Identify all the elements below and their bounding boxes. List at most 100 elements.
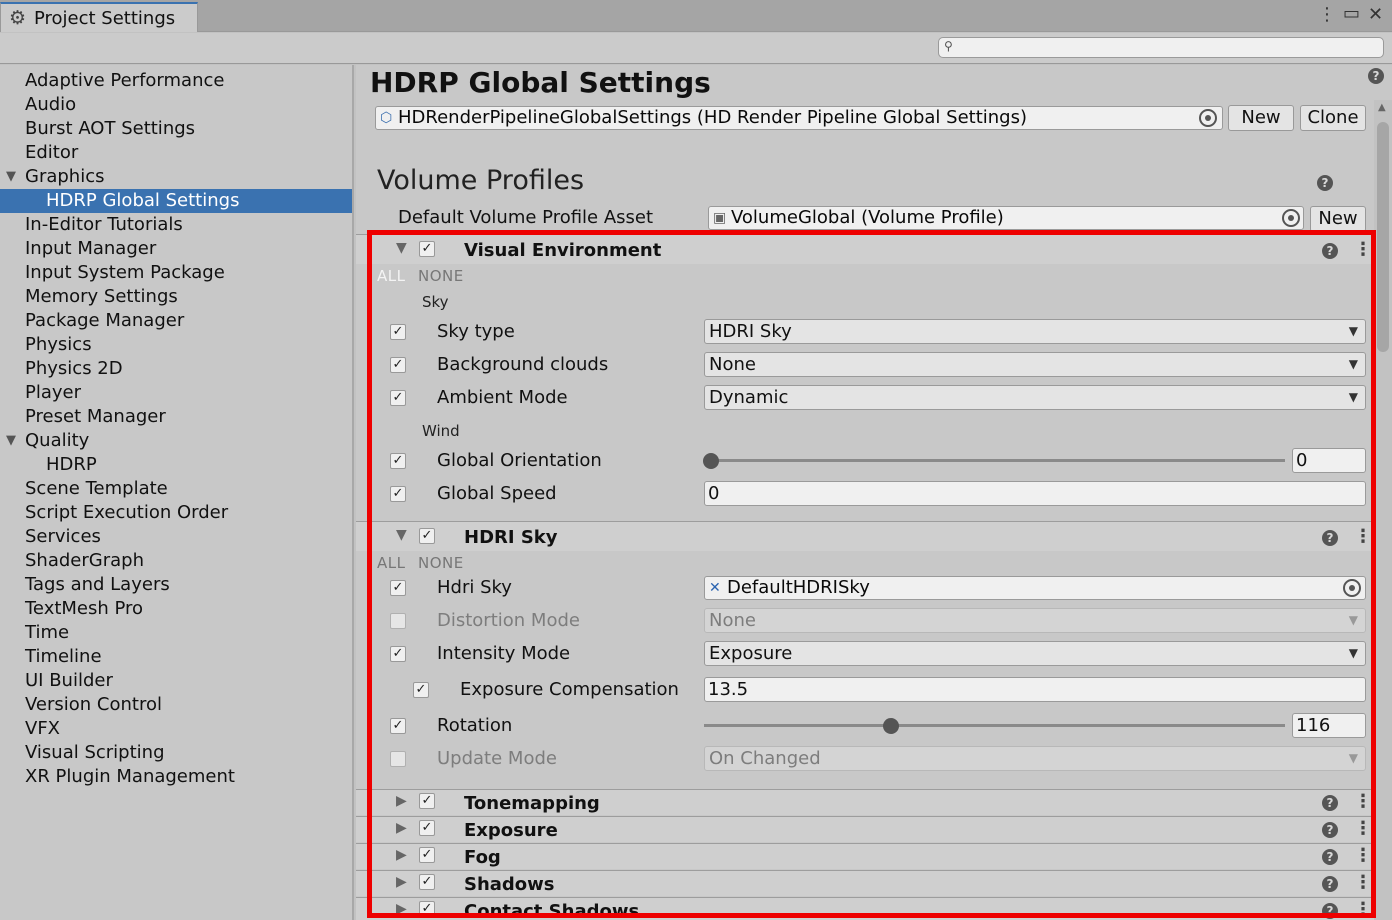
rotation-override-checkbox[interactable]: ✓ <box>390 718 406 734</box>
object-picker-icon[interactable] <box>1199 109 1217 127</box>
global-speed-override-checkbox[interactable]: ✓ <box>390 486 406 502</box>
rotation-slider-handle[interactable] <box>883 718 900 734</box>
distortion-mode-dropdown[interactable]: None ▼ <box>704 608 1366 633</box>
intensity-mode-override-checkbox[interactable]: ✓ <box>390 646 406 662</box>
section-header-tonemapping[interactable]: ▶ ✓ Tonemapping ? ⋮ <box>356 789 1374 815</box>
help-icon[interactable]: ? <box>1322 849 1338 865</box>
sidebar-item-memory-settings[interactable]: Memory Settings <box>0 285 352 309</box>
maximize-icon[interactable]: ▭ <box>1343 3 1360 24</box>
none-button[interactable]: NONE <box>418 267 464 285</box>
all-button[interactable]: ALL <box>377 554 405 572</box>
sidebar-item-physics[interactable]: Physics <box>0 333 352 357</box>
help-icon[interactable]: ? <box>1322 243 1338 259</box>
expand-arrow-icon[interactable]: ▶ <box>396 847 407 863</box>
section-enable-checkbox[interactable]: ✓ <box>419 847 435 863</box>
sidebar-item-preset-manager[interactable]: Preset Manager <box>0 405 352 429</box>
background-clouds-override-checkbox[interactable]: ✓ <box>390 357 406 373</box>
collapse-arrow-icon[interactable]: ▼ <box>396 240 407 256</box>
sidebar-item-in-editor-tutorials[interactable]: In-Editor Tutorials <box>0 213 352 237</box>
global-orientation-slider-track[interactable] <box>704 459 1285 462</box>
section-header-hdri-sky[interactable]: ▼ ✓ HDRI Sky ? ⋮ <box>356 521 1374 551</box>
update-mode-override-checkbox[interactable]: ✓ <box>390 751 406 767</box>
sidebar-item-timeline[interactable]: Timeline <box>0 645 352 669</box>
ambient-mode-override-checkbox[interactable]: ✓ <box>390 390 406 406</box>
more-options-icon[interactable]: ⋮ <box>1354 872 1372 893</box>
more-options-icon[interactable]: ⋮ <box>1354 818 1372 839</box>
sidebar-item-time[interactable]: Time <box>0 621 352 645</box>
default-volume-profile-field[interactable]: ▣ VolumeGlobal (Volume Profile) <box>708 206 1304 230</box>
rotation-field[interactable]: 116 <box>1292 713 1366 738</box>
global-speed-field[interactable]: 0 <box>704 481 1366 506</box>
exposure-compensation-override-checkbox[interactable]: ✓ <box>413 682 429 698</box>
object-picker-icon[interactable] <box>1282 209 1300 227</box>
ambient-mode-dropdown[interactable]: Dynamic ▼ <box>704 385 1366 410</box>
sidebar-item-hdrp-global-settings[interactable]: HDRP Global Settings <box>0 189 352 213</box>
sidebar-item-burst-aot[interactable]: Burst AOT Settings <box>0 117 352 141</box>
sidebar-item-script-execution-order[interactable]: Script Execution Order <box>0 501 352 525</box>
sky-type-override-checkbox[interactable]: ✓ <box>390 324 406 340</box>
sidebar-item-input-system-package[interactable]: Input System Package <box>0 261 352 285</box>
sidebar-item-xr-plugin-management[interactable]: XR Plugin Management <box>0 765 352 789</box>
expand-arrow-icon[interactable]: ▶ <box>396 793 407 809</box>
expand-arrow-icon[interactable]: ▶ <box>396 820 407 836</box>
sidebar-item-graphics[interactable]: ▼ Graphics <box>0 165 352 189</box>
hdri-sky-texture-field[interactable]: ✕ DefaultHDRISky <box>704 576 1366 600</box>
distortion-mode-override-checkbox[interactable]: ✓ <box>390 613 406 629</box>
section-header-exposure[interactable]: ▶ ✓ Exposure ? ⋮ <box>356 816 1374 842</box>
help-icon[interactable]: ? <box>1317 175 1333 191</box>
object-picker-icon[interactable] <box>1343 579 1361 597</box>
sidebar-item-quality[interactable]: ▼ Quality <box>0 429 352 453</box>
sidebar-item-player[interactable]: Player <box>0 381 352 405</box>
section-enable-checkbox[interactable]: ✓ <box>419 820 435 836</box>
expanded-arrow-icon[interactable]: ▼ <box>6 165 16 189</box>
global-orientation-override-checkbox[interactable]: ✓ <box>390 453 406 469</box>
section-enable-checkbox[interactable]: ✓ <box>419 793 435 809</box>
intensity-mode-dropdown[interactable]: Exposure ▼ <box>704 641 1366 666</box>
sidebar-item-input-manager[interactable]: Input Manager <box>0 237 352 261</box>
hdri-sky-override-checkbox[interactable]: ✓ <box>390 580 406 596</box>
sidebar-item-hdrp[interactable]: HDRP <box>0 453 352 477</box>
sky-type-dropdown[interactable]: HDRI Sky ▼ <box>704 319 1366 344</box>
sidebar-item-shadergraph[interactable]: ShaderGraph <box>0 549 352 573</box>
global-settings-asset-field[interactable]: ⬡ HDRenderPipelineGlobalSettings (HD Ren… <box>375 106 1223 130</box>
section-enable-checkbox[interactable]: ✓ <box>419 901 435 917</box>
sidebar-item-visual-scripting[interactable]: Visual Scripting <box>0 741 352 765</box>
sidebar-item-services[interactable]: Services <box>0 525 352 549</box>
default-profile-new-button[interactable]: New <box>1310 206 1366 232</box>
collapse-arrow-icon[interactable]: ▼ <box>396 527 407 543</box>
more-options-icon[interactable]: ⋮ <box>1354 845 1372 866</box>
new-button[interactable]: New <box>1228 105 1294 131</box>
expand-arrow-icon[interactable]: ▶ <box>396 901 407 917</box>
sidebar-item-package-manager[interactable]: Package Manager <box>0 309 352 333</box>
help-icon[interactable]: ? <box>1322 903 1338 919</box>
close-icon[interactable]: ✕ <box>1368 4 1383 25</box>
exposure-compensation-field[interactable]: 13.5 <box>704 677 1366 702</box>
more-options-icon[interactable]: ⋮ <box>1318 4 1336 25</box>
help-icon[interactable]: ? <box>1322 795 1338 811</box>
section-header-shadows[interactable]: ▶ ✓ Shadows ? ⋮ <box>356 870 1374 896</box>
background-clouds-dropdown[interactable]: None ▼ <box>704 352 1366 377</box>
section-header-contact-shadows[interactable]: ▶ ✓ Contact Shadows ? ⋮ <box>356 897 1374 920</box>
all-button[interactable]: ALL <box>377 267 405 285</box>
sidebar-item-editor[interactable]: Editor <box>0 141 352 165</box>
sidebar-item-ui-builder[interactable]: UI Builder <box>0 669 352 693</box>
section-enable-checkbox[interactable]: ✓ <box>419 874 435 890</box>
clone-button[interactable]: Clone <box>1300 105 1366 131</box>
sidebar-item-audio[interactable]: Audio <box>0 93 352 117</box>
help-icon[interactable]: ? <box>1368 68 1384 84</box>
global-orientation-field[interactable]: 0 <box>1292 448 1366 473</box>
section-enable-checkbox[interactable]: ✓ <box>419 528 435 544</box>
project-settings-tab[interactable]: ⚙ Project Settings <box>0 2 198 32</box>
expand-arrow-icon[interactable]: ▶ <box>396 874 407 890</box>
sidebar-item-textmesh-pro[interactable]: TextMesh Pro <box>0 597 352 621</box>
update-mode-dropdown[interactable]: On Changed ▼ <box>704 746 1366 771</box>
expanded-arrow-icon[interactable]: ▼ <box>6 429 16 453</box>
scroll-up-arrow-icon[interactable]: ▲ <box>1378 102 1386 113</box>
none-button[interactable]: NONE <box>418 554 464 572</box>
more-options-icon[interactable]: ⋮ <box>1354 791 1372 812</box>
global-orientation-slider-handle[interactable] <box>703 453 719 469</box>
section-header-visual-environment[interactable]: ▼ ✓ Visual Environment ? ⋮ <box>356 234 1374 264</box>
scrollbar-thumb[interactable] <box>1377 122 1389 352</box>
more-options-icon[interactable]: ⋮ <box>1354 526 1372 547</box>
rotation-slider-track[interactable] <box>704 724 1285 727</box>
